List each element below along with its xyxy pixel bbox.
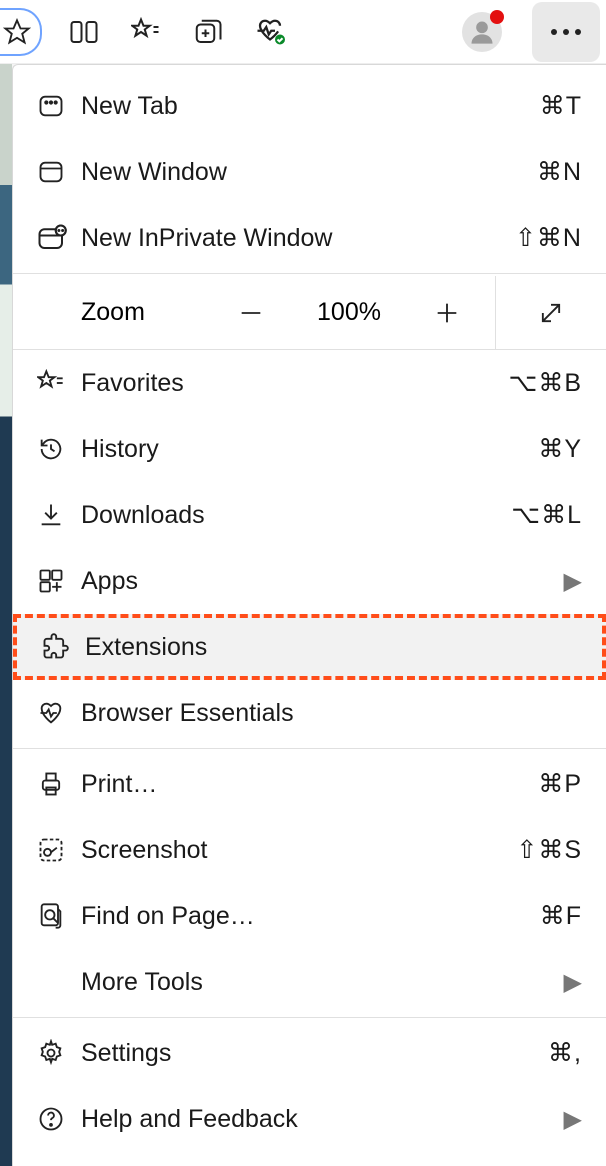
fullscreen-button[interactable]	[495, 276, 606, 349]
collections-icon[interactable]	[188, 12, 228, 52]
menu-item-shortcut: ⌘P	[538, 769, 582, 799]
screenshot-icon	[37, 836, 81, 864]
menu-item-label: New Window	[81, 158, 537, 187]
new-tab-icon	[37, 92, 81, 120]
printer-icon	[37, 770, 81, 798]
menu-item-shortcut: ⌘F	[540, 901, 582, 931]
menu-item-label: Settings	[81, 1039, 548, 1068]
menu-item-screenshot[interactable]: Screenshot ⇧⌘S	[13, 817, 606, 883]
menu-item-new-window[interactable]: New Window ⌘N	[13, 139, 606, 205]
chevron-right-icon: ▶	[564, 968, 582, 997]
menu-item-label: Favorites	[81, 369, 509, 398]
menu-item-label: Print…	[81, 770, 538, 799]
menu-item-browser-essentials[interactable]: Browser Essentials	[13, 680, 606, 746]
menu-separator	[13, 1017, 606, 1018]
zoom-out-button[interactable]	[203, 299, 299, 327]
inprivate-icon	[37, 223, 81, 253]
menu-item-label: New InPrivate Window	[81, 224, 515, 253]
menu-separator	[13, 273, 606, 274]
more-menu-button[interactable]	[532, 2, 600, 62]
menu-item-new-tab[interactable]: New Tab ⌘T	[13, 73, 606, 139]
menu-item-print[interactable]: Print… ⌘P	[13, 751, 606, 817]
menu-item-shortcut: ⌘,	[548, 1038, 582, 1068]
menu-item-label: Browser Essentials	[81, 699, 582, 728]
profile-avatar[interactable]	[462, 12, 502, 52]
chevron-right-icon: ▶	[564, 1105, 582, 1134]
heartbeat-icon	[37, 699, 81, 727]
health-heartbeat-icon[interactable]	[250, 12, 290, 52]
menu-item-history[interactable]: History ⌘Y	[13, 416, 606, 482]
menu-item-label: More Tools	[81, 968, 564, 997]
star-list-icon	[37, 369, 81, 397]
menu-item-settings[interactable]: Settings ⌘,	[13, 1020, 606, 1086]
favorites-list-icon[interactable]	[126, 12, 166, 52]
menu-item-apps[interactable]: Apps ▶	[13, 548, 606, 614]
extensions-icon	[41, 633, 85, 661]
window-icon	[37, 158, 81, 186]
zoom-value: 100%	[299, 298, 399, 327]
menu-item-shortcut: ⌘N	[537, 157, 582, 187]
menu-item-label: Downloads	[81, 501, 511, 530]
menu-item-new-inprivate[interactable]: New InPrivate Window ⇧⌘N	[13, 205, 606, 271]
menu-item-shortcut: ⌥⌘B	[509, 368, 582, 398]
menu-separator	[13, 748, 606, 749]
apps-icon	[37, 567, 81, 595]
favorites-star-highlighted[interactable]	[0, 8, 42, 56]
menu-item-find[interactable]: Find on Page… ⌘F	[13, 883, 606, 949]
star-icon	[0, 12, 37, 52]
menu-item-more-tools[interactable]: More Tools ▶	[13, 949, 606, 1015]
zoom-label: Zoom	[13, 298, 203, 327]
find-icon	[37, 902, 81, 930]
menu-item-label: Extensions	[85, 633, 578, 662]
menu-item-label: New Tab	[81, 92, 540, 121]
history-icon	[37, 435, 81, 463]
menu-item-label: Help and Feedback	[81, 1105, 564, 1134]
zoom-controls: Zoom 100%	[13, 276, 606, 350]
help-icon	[37, 1105, 81, 1133]
menu-item-label: Apps	[81, 567, 564, 596]
highlight-extensions: Extensions	[13, 614, 606, 680]
menu-item-help[interactable]: Help and Feedback ▶	[13, 1086, 606, 1152]
menu-item-extensions[interactable]: Extensions	[17, 618, 602, 676]
page-edge-strip	[0, 64, 12, 1166]
menu-item-shortcut: ⇧⌘N	[515, 223, 582, 253]
notification-dot-icon	[490, 10, 504, 24]
split-screen-icon[interactable]	[64, 12, 104, 52]
main-menu: New Tab ⌘T New Window ⌘N New InPrivate W…	[12, 64, 606, 1166]
menu-item-shortcut: ⇧⌘S	[516, 835, 582, 865]
browser-toolbar	[0, 0, 606, 64]
menu-item-label: Screenshot	[81, 836, 516, 865]
menu-item-shortcut: ⌥⌘L	[511, 500, 582, 530]
menu-item-shortcut: ⌘Y	[538, 434, 582, 464]
menu-item-label: History	[81, 435, 538, 464]
menu-item-favorites[interactable]: Favorites ⌥⌘B	[13, 350, 606, 416]
menu-item-label: Find on Page…	[81, 902, 540, 931]
zoom-in-button[interactable]	[399, 299, 495, 327]
menu-item-shortcut: ⌘T	[540, 91, 582, 121]
menu-item-downloads[interactable]: Downloads ⌥⌘L	[13, 482, 606, 548]
download-icon	[37, 501, 81, 529]
chevron-right-icon: ▶	[564, 567, 582, 596]
gear-icon	[37, 1039, 81, 1067]
